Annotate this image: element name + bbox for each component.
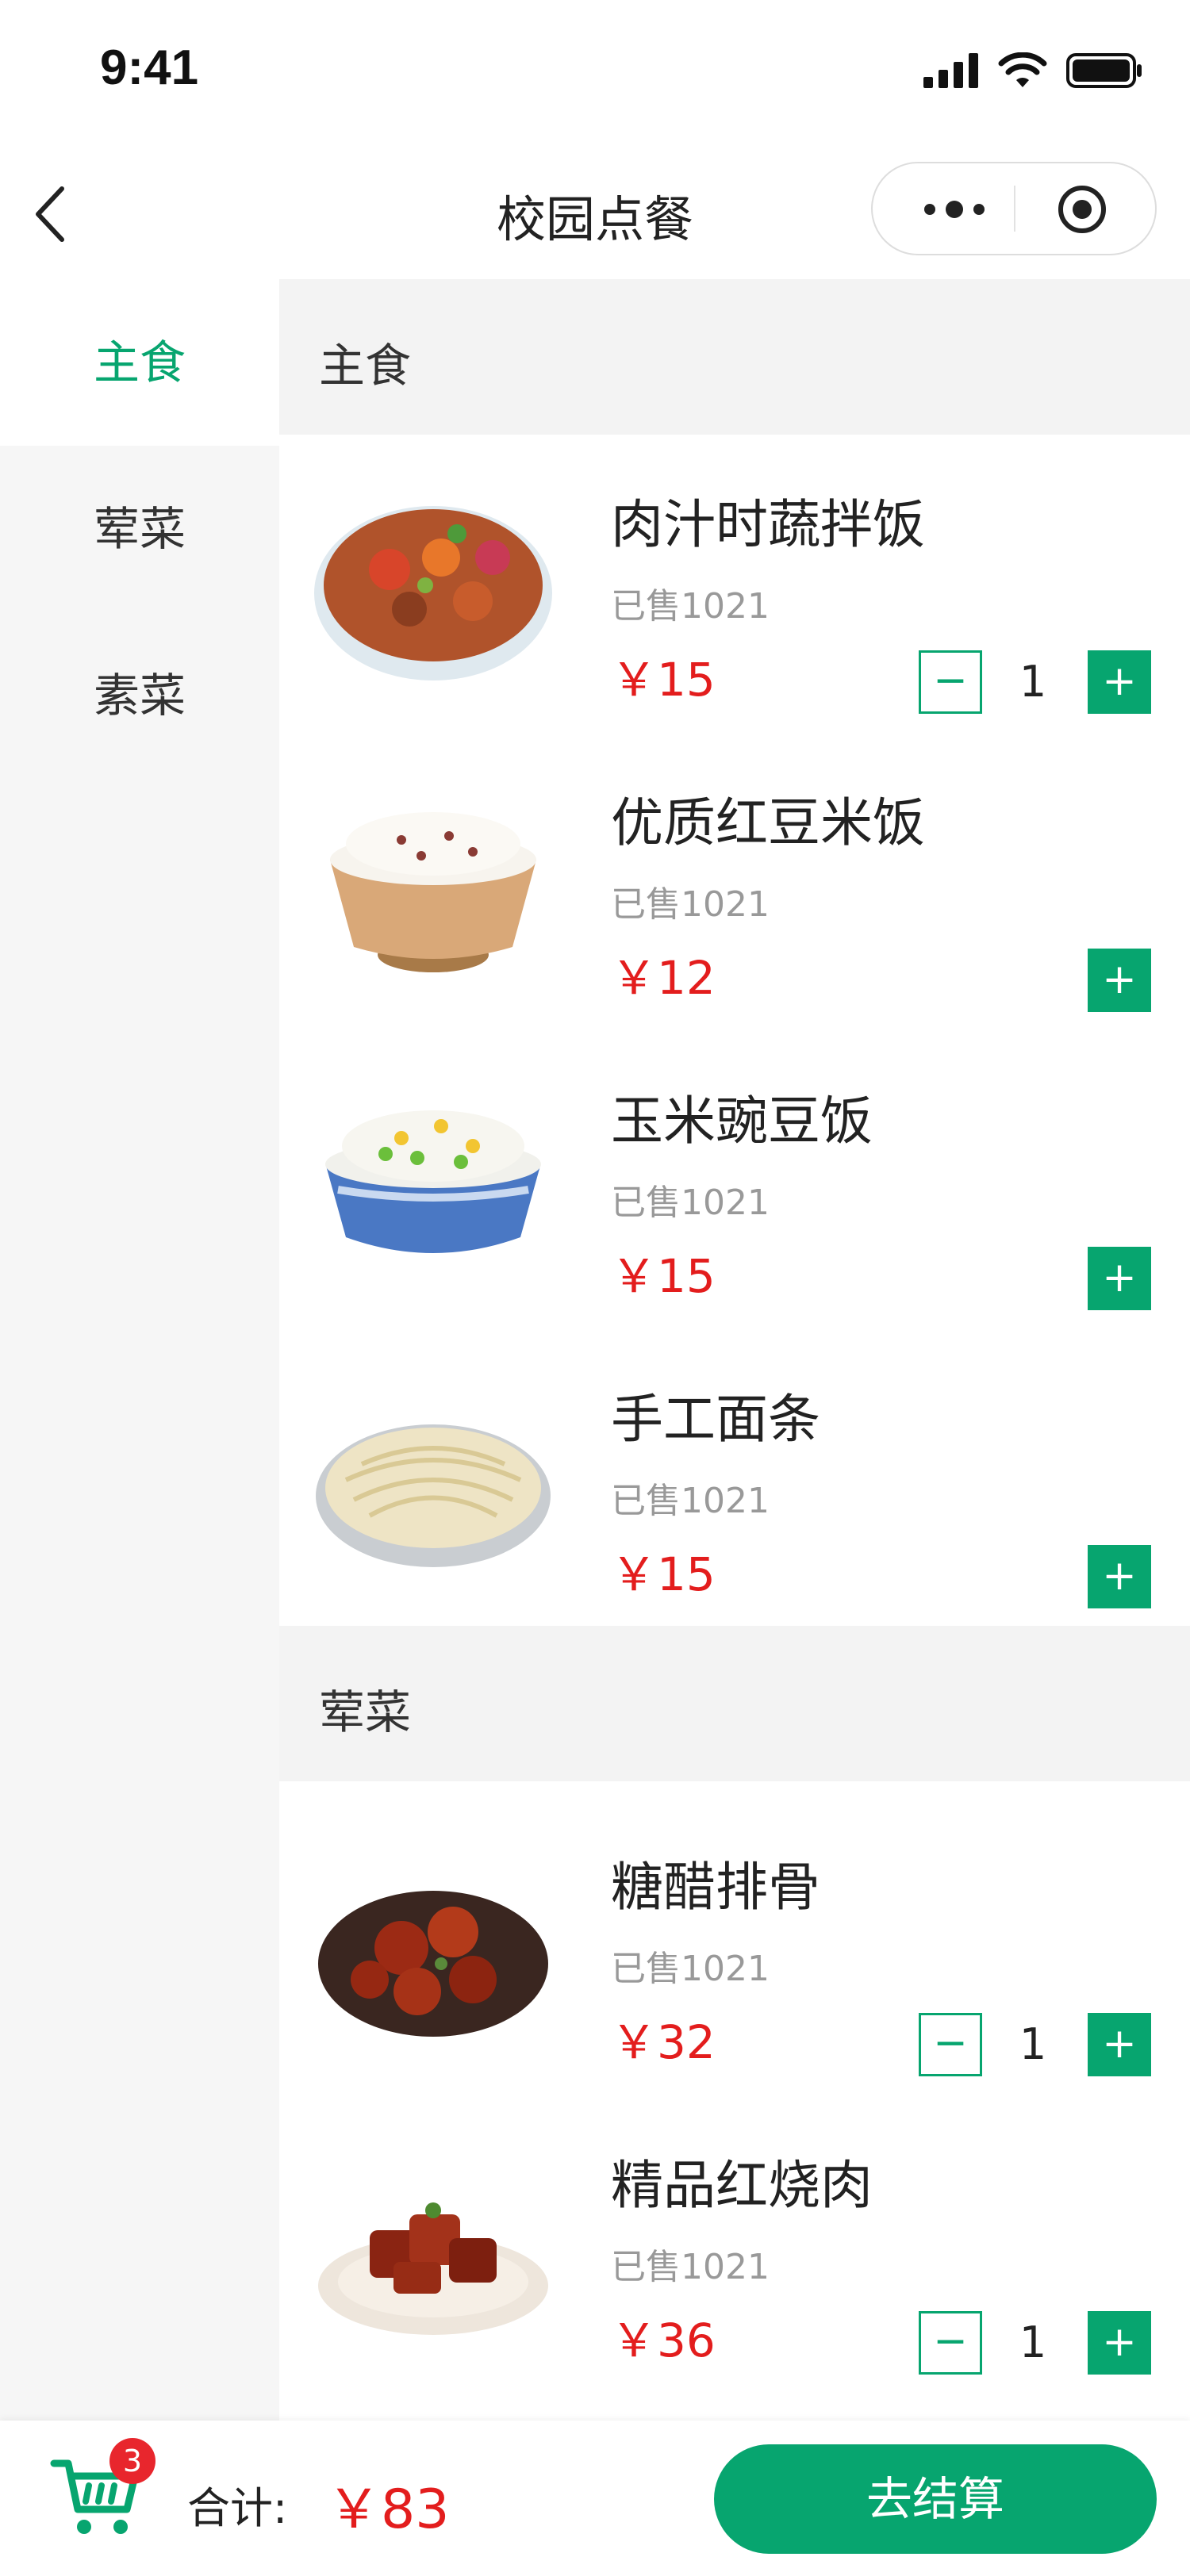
increase-button[interactable]: + [1088, 949, 1151, 1012]
battery-icon [1066, 53, 1142, 88]
dish-image [316, 1424, 551, 1567]
dish-image [318, 1891, 548, 2037]
dish-price: ￥15 [611, 1547, 716, 1601]
decrease-button[interactable]: − [919, 2311, 982, 2375]
dish-image [318, 2202, 548, 2335]
sidebar-item-vegetable[interactable]: 素菜 [0, 612, 279, 779]
checkout-button[interactable]: 去结算 [714, 2444, 1157, 2554]
section-header-meat: 荤菜 [279, 1626, 1190, 1781]
dish-name: 糖醋排骨 [611, 1857, 820, 1918]
increase-button[interactable]: + [1088, 1247, 1151, 1310]
quantity-value: 1 [1019, 657, 1047, 707]
dish-price: ￥15 [611, 653, 716, 707]
dish-name: 优质红豆米饭 [611, 792, 925, 853]
decrease-button[interactable]: − [919, 2013, 982, 2076]
dish-name: 肉汁时蔬拌饭 [611, 494, 925, 555]
increase-button[interactable]: + [1088, 650, 1151, 714]
sidebar-item-staple[interactable]: 主食 [0, 279, 279, 446]
total-label: 合计: [187, 2483, 288, 2533]
dish-sold-count: 已售1021 [611, 884, 770, 925]
list-item: 糖醋排骨 已售1021 ￥32 − 1 + [279, 1797, 1190, 2095]
list-item: 肉汁时蔬拌饭 已售1021 ￥15 − 1 + [279, 435, 1190, 733]
section-body-staple: 肉汁时蔬拌饭 已售1021 ￥15 − 1 + 优质红豆米饭 已售1021 ￥1… [279, 435, 1190, 1626]
section-body-meat: 糖醋排骨 已售1021 ￥32 − 1 + 精品红烧肉 已售1021 ￥36 −… [279, 1781, 1190, 2421]
mini-program-capsule [871, 162, 1157, 255]
list-item: 优质红豆米饭 已售1021 ￥12 + [279, 733, 1190, 1031]
section-title: 主食 [319, 339, 412, 393]
cart-count-badge: 3 [109, 2438, 155, 2484]
signal-icon [923, 53, 978, 88]
wifi-icon [998, 52, 1047, 87]
dish-image [325, 1110, 541, 1253]
section-header-staple: 主食 [279, 279, 1190, 435]
dish-sold-count: 已售1021 [611, 1949, 770, 1989]
dish-price: ￥12 [611, 951, 716, 1005]
increase-button[interactable]: + [1088, 1545, 1151, 1608]
more-dots-icon[interactable] [911, 187, 998, 232]
capsule-divider [1014, 186, 1015, 232]
status-icons [923, 52, 1142, 89]
target-icon[interactable] [1057, 184, 1107, 235]
dish-image [330, 812, 536, 972]
status-time: 9:41 [100, 40, 199, 95]
quantity-value: 1 [1019, 2019, 1047, 2069]
dish-price: ￥36 [611, 2313, 716, 2367]
dish-sold-count: 已售1021 [611, 586, 770, 627]
list-item: 手工面条 已售1021 ￥15 + [279, 1329, 1190, 1627]
dish-price: ￥32 [611, 2015, 716, 2069]
section-title: 荤菜 [319, 1685, 412, 1739]
dish-name: 手工面条 [611, 1389, 820, 1450]
dish-name: 玉米豌豆饭 [611, 1091, 873, 1152]
dish-name: 精品红烧肉 [611, 2155, 873, 2216]
nav-bar: 校园点餐 [0, 143, 1190, 281]
list-item: 精品红烧肉 已售1021 ￥36 − 1 + [279, 2095, 1190, 2394]
menu-list: 主食 肉汁时蔬拌饭 已售1021 ￥15 − 1 + 优质红豆米饭 已售1021… [279, 279, 1190, 2421]
dish-sold-count: 已售1021 [611, 1183, 770, 1223]
total-value: ￥83 [327, 2478, 450, 2541]
category-sidebar: 主食 荤菜 素菜 [0, 279, 279, 2421]
status-bar: 9:41 [0, 0, 1190, 143]
dish-price: ￥15 [611, 1249, 716, 1303]
cart-bar: 3 合计: ￥83 去结算 [0, 2421, 1190, 2576]
increase-button[interactable]: + [1088, 2013, 1151, 2076]
sidebar-item-meat[interactable]: 荤菜 [0, 446, 279, 612]
increase-button[interactable]: + [1088, 2311, 1151, 2375]
quantity-value: 1 [1019, 2317, 1047, 2367]
decrease-button[interactable]: − [919, 650, 982, 714]
dish-image [314, 506, 552, 680]
dish-sold-count: 已售1021 [611, 1481, 770, 1521]
dish-sold-count: 已售1021 [611, 2247, 770, 2287]
list-item: 玉米豌豆饭 已售1021 ￥15 + [279, 1031, 1190, 1329]
